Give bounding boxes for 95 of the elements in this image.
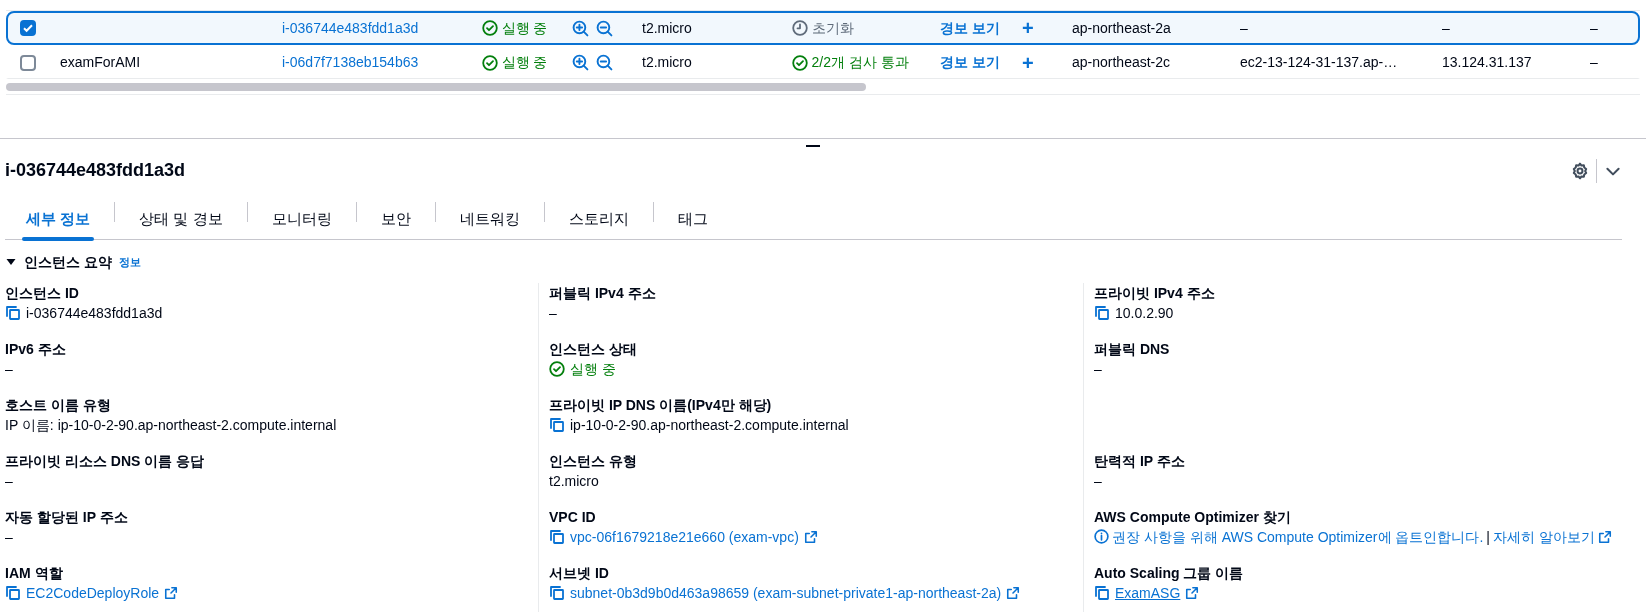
zoom-out-icon[interactable] [596, 54, 613, 71]
check-circle-icon [482, 54, 498, 71]
field-label: 서브넷 ID [549, 563, 610, 583]
instance-id-link[interactable]: i-06d7f7138eb154b63 [282, 54, 419, 70]
table-cell: – [1590, 19, 1598, 36]
external-link-icon[interactable] [803, 529, 818, 544]
row-checkbox[interactable] [20, 54, 36, 71]
selected-row[interactable]: i-036744e483fdd1a3d 실행 중 t2.micro 초기화 경보 보기 + ap-northeast-2a – – – [6, 11, 1640, 45]
status-text: 실행 중 [570, 359, 616, 379]
add-alarm-button[interactable]: + [1022, 17, 1034, 39]
info-link[interactable]: 정보 [118, 253, 141, 271]
panel-title: i-036744e483fdd1a3d [5, 159, 186, 182]
field-label: 프라이빗 IPv4 주소 [1094, 283, 1216, 303]
field-label: 퍼블릭 IPv4 주소 [549, 283, 657, 303]
copy-icon[interactable] [5, 304, 21, 321]
tab[interactable]: 세부 정보 [22, 202, 95, 239]
field-label: 퍼블릭 DNS [1094, 339, 1171, 359]
field-label: IPv6 주소 [5, 339, 67, 359]
field-label: 호스트 이름 유형 [5, 395, 112, 415]
table-cell: ap-northeast-2a [1072, 19, 1171, 36]
field-label: 인스턴스 ID [5, 283, 80, 303]
zoom-in-icon[interactable] [572, 19, 589, 37]
field-value: – [549, 303, 557, 323]
learn-more-link[interactable]: 자세히 알아보기 [1492, 526, 1595, 547]
status-check-text: 초기화 [811, 18, 854, 38]
table-cell: t2.micro [642, 54, 692, 70]
external-link-icon[interactable] [164, 585, 179, 600]
field-value: – [5, 471, 13, 491]
table-cell: 13.124.31.137 [1442, 54, 1532, 70]
field-value: IP 이름: ip-10-0-2-90.ap-northeast-2.compute.internal [5, 415, 337, 435]
field-label: 프라이빗 IP DNS 이름(IPv4만 해당) [549, 395, 773, 415]
external-link-icon[interactable] [1597, 529, 1612, 544]
copy-icon[interactable] [549, 528, 565, 545]
field-link[interactable]: subnet-0b3d9b0d463a98659 (exam-subnet-private1-ap-northeast-2a) [570, 582, 1002, 603]
copy-icon[interactable] [549, 584, 565, 601]
field-label: VPC ID [549, 507, 597, 527]
table-cell: examForAMI [60, 54, 141, 70]
clock-icon [792, 20, 808, 36]
field-label: IAM 역할 [5, 563, 64, 583]
view-alarms-link[interactable]: 경보 보기 [940, 19, 1000, 36]
row-checkbox[interactable] [20, 20, 36, 36]
field-label: 인스턴스 유형 [549, 451, 638, 471]
tab[interactable]: 모니터링 [267, 202, 336, 239]
field-label: 프라이빗 리소스 DNS 이름 응답 [5, 451, 206, 471]
separator-text: | [1486, 527, 1490, 547]
scrollbar-thumb[interactable] [6, 83, 866, 91]
field-value: t2.micro [549, 471, 599, 491]
field-link[interactable]: EC2CodeDeployRole [26, 582, 160, 603]
table-cell: – [1240, 19, 1248, 36]
status-text: 실행 중 [501, 53, 548, 72]
tab[interactable]: 네트워킹 [455, 202, 524, 239]
field-link[interactable]: ExamASG [1115, 582, 1181, 603]
field-label: AWS Compute Optimizer 찾기 [1094, 507, 1292, 527]
external-link-icon[interactable] [1185, 585, 1200, 600]
tab[interactable]: 보안 [376, 202, 415, 239]
tab[interactable]: 스토리지 [564, 202, 633, 239]
field-link[interactable]: vpc-06f1679218e21e660 (exam-vpc) [570, 526, 799, 547]
field-value: ip-10-0-2-90.ap-northeast-2.compute.internal [570, 415, 849, 435]
check-circle-icon [549, 360, 565, 377]
table-cell: – [1590, 54, 1598, 70]
view-alarms-link[interactable]: 경보 보기 [940, 54, 1000, 70]
zoom-out-icon[interactable] [596, 19, 613, 37]
copy-icon[interactable] [5, 584, 21, 601]
copy-icon[interactable] [1094, 304, 1110, 321]
info-icon [1094, 529, 1109, 544]
table-cell: ec2-13-124-31-137.ap-… [1240, 54, 1398, 70]
field-value: – [1094, 471, 1102, 491]
resize-handle-icon[interactable] [806, 145, 821, 147]
settings-icon[interactable] [1570, 161, 1589, 180]
tab[interactable]: 상태 및 경보 [135, 202, 227, 239]
status-check-text: 2/2개 검사 통과 [811, 53, 909, 72]
field-value: i-036744e483fdd1a3d [26, 303, 163, 323]
external-link-icon[interactable] [1006, 585, 1021, 600]
tab[interactable]: 태그 [673, 202, 712, 239]
check-circle-icon [792, 54, 808, 71]
field-value: 10.0.2.90 [1115, 303, 1174, 323]
zoom-in-icon[interactable] [572, 54, 589, 71]
field-label: 인스턴스 상태 [549, 339, 638, 359]
instance-id-link[interactable]: i-036744e483fdd1a3d [282, 19, 419, 36]
opt-in-link[interactable]: 권장 사항을 위해 AWS Compute Optimizer에 옵트인합니다. [1112, 526, 1484, 547]
field-value: – [1094, 359, 1102, 379]
copy-icon[interactable] [1094, 584, 1110, 601]
field-value: – [5, 527, 13, 547]
field-label: 자동 할당된 IP 주소 [5, 507, 129, 527]
table-cell: ap-northeast-2c [1072, 54, 1171, 70]
field-value: – [5, 359, 13, 379]
status-text: 실행 중 [501, 18, 548, 38]
add-alarm-button[interactable]: + [1022, 51, 1034, 74]
table-cell: – [1442, 19, 1450, 36]
copy-icon[interactable] [549, 416, 565, 433]
field-label: Auto Scaling 그룹 이름 [1094, 563, 1245, 583]
field-label: 탄력적 IP 주소 [1094, 451, 1186, 471]
section-title: 인스턴스 요약 [24, 252, 112, 272]
check-circle-icon [482, 20, 498, 36]
table-cell: t2.micro [642, 19, 692, 36]
